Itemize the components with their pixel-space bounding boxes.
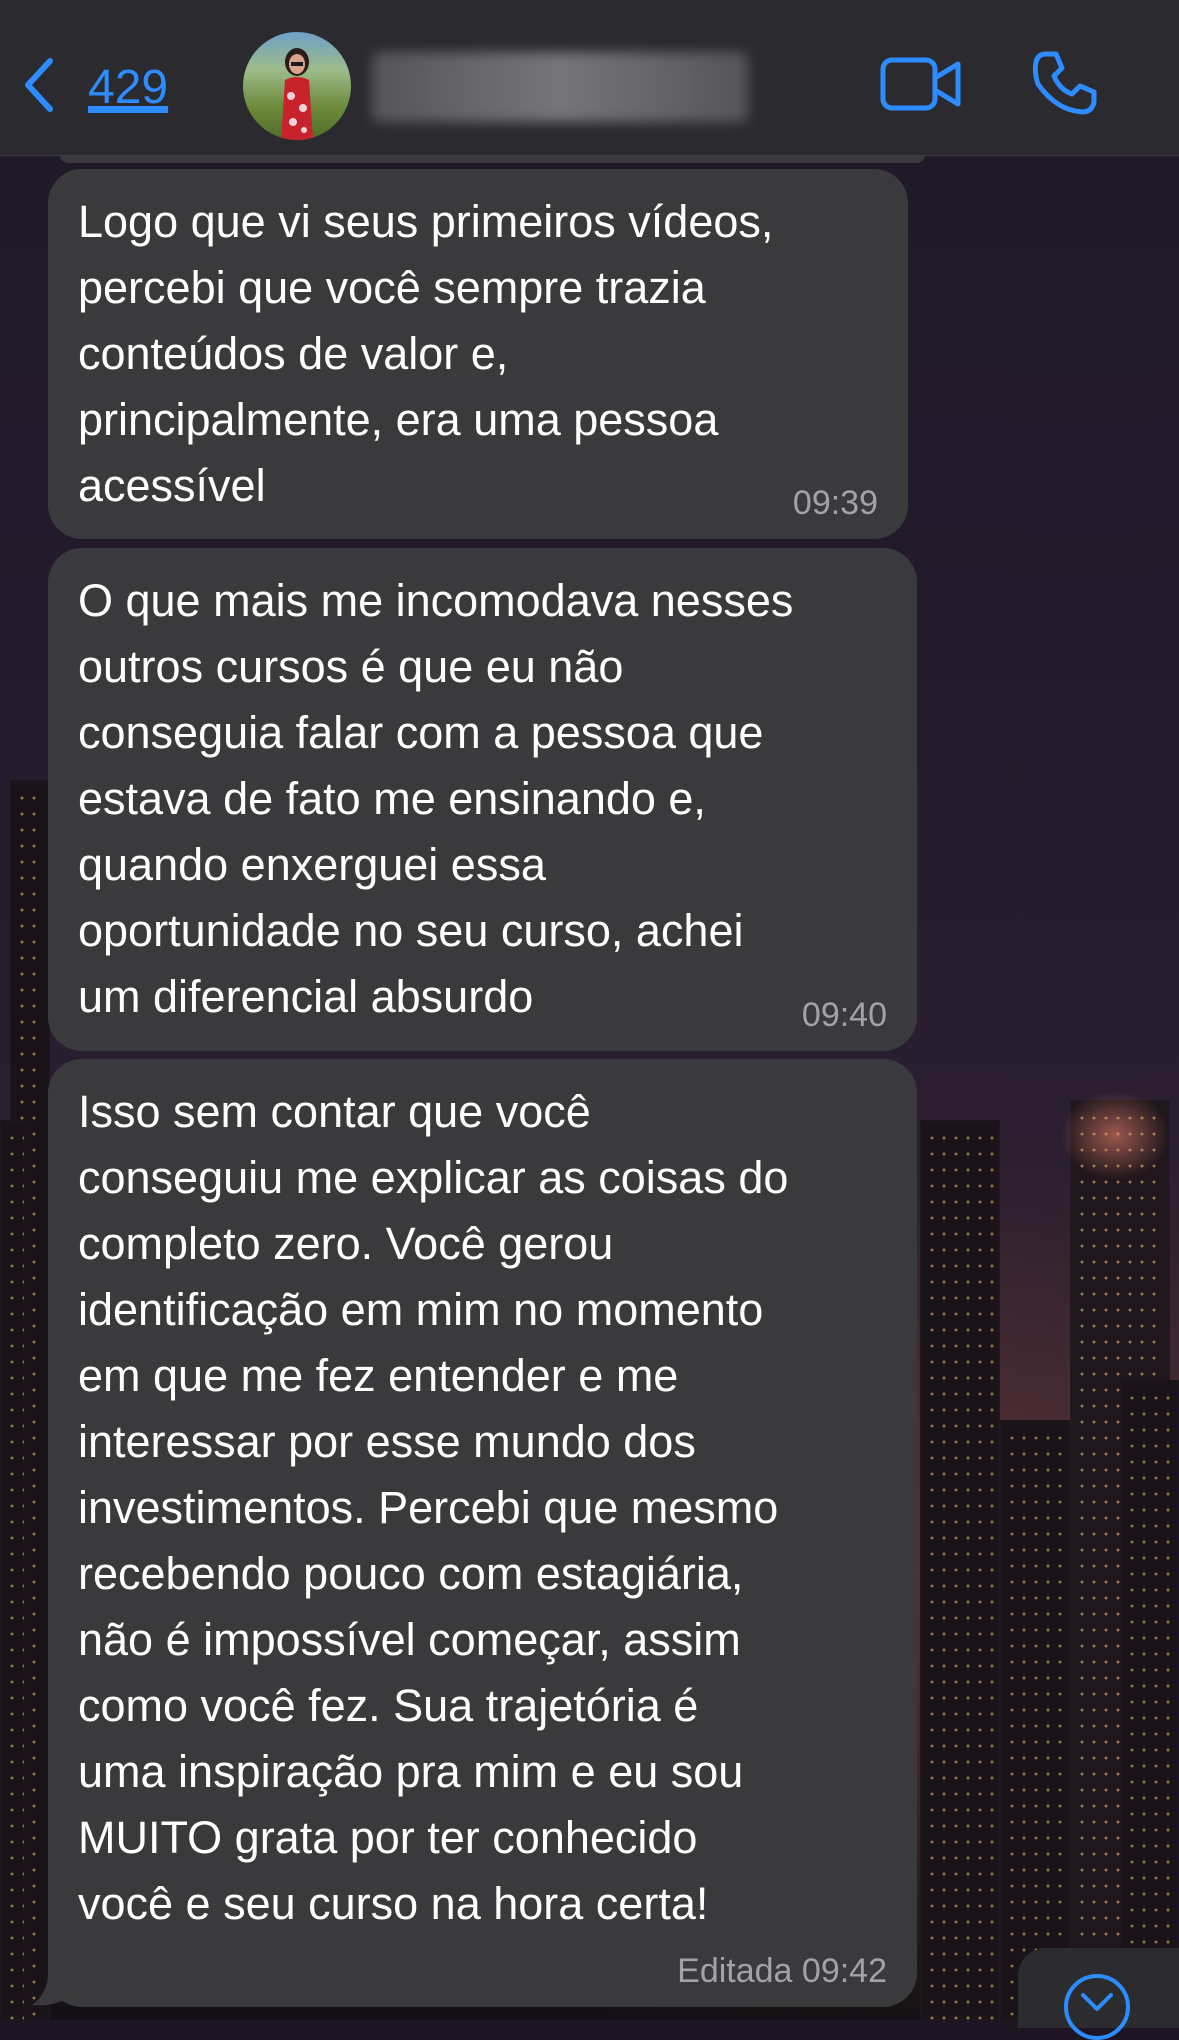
wallpaper-building bbox=[1120, 1380, 1179, 2020]
message-timestamp: 09:40 bbox=[801, 996, 887, 1034]
video-camera-icon bbox=[880, 57, 961, 111]
message-bubble[interactable]: O que mais me incomodava nesses outros c… bbox=[48, 548, 917, 1051]
message-text: Logo que vi seus primeiros vídeos, perce… bbox=[78, 196, 774, 511]
message-bubble[interactable]: Isso sem contar que você conseguiu me ex… bbox=[48, 1059, 917, 2007]
wallpaper-building bbox=[0, 1120, 30, 2020]
bubble-tail bbox=[32, 1977, 66, 2006]
message-text: Isso sem contar que você conseguiu me ex… bbox=[78, 1086, 789, 1929]
message-timestamp: 09:39 bbox=[792, 484, 878, 522]
contact-name-redacted[interactable] bbox=[372, 52, 748, 122]
avatar[interactable] bbox=[243, 32, 351, 140]
scroll-to-bottom-button[interactable] bbox=[1018, 1948, 1179, 2040]
wallpaper-tower-light bbox=[1060, 1090, 1170, 1180]
unread-count: 429 bbox=[88, 60, 169, 114]
previous-message-bubble bbox=[60, 155, 925, 163]
wallpaper-building bbox=[1000, 1420, 1070, 2020]
phone-icon bbox=[1032, 51, 1097, 115]
chevron-left-icon bbox=[20, 57, 60, 118]
chevron-down-icon bbox=[1081, 1993, 1113, 2011]
back-button[interactable]: 429 bbox=[20, 52, 168, 122]
chat-header: 429 bbox=[0, 0, 1179, 156]
message-text: O que mais me incomodava nesses outros c… bbox=[78, 575, 794, 1022]
message-bubble[interactable]: Logo que vi seus primeiros vídeos, perce… bbox=[48, 169, 908, 539]
video-call-button[interactable] bbox=[880, 54, 962, 116]
wallpaper-building bbox=[920, 1120, 1000, 2020]
voice-call-button[interactable] bbox=[1032, 50, 1098, 116]
message-timestamp: Editada 09:42 bbox=[677, 1952, 887, 1990]
avatar-person-icon bbox=[281, 48, 313, 140]
